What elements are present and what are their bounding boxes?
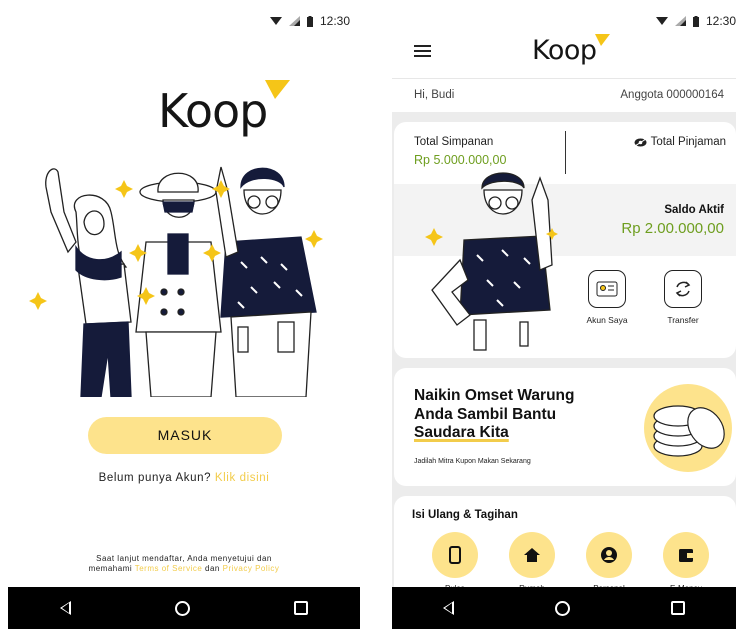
signal-icon	[674, 16, 686, 26]
home-screen: 12:30 Koop Hi, Budi Anggota 000000164 To…	[392, 0, 736, 629]
promo-line-3: Saudara Kita	[414, 424, 509, 441]
balance-card: Total Simpanan Rp 5.000.000,00 Total Pin…	[394, 122, 736, 358]
transfer-button[interactable]: Transfer	[648, 270, 718, 325]
personal-button[interactable]	[586, 532, 632, 578]
people-illustration	[29, 166, 323, 397]
terms-line-1: Saat lanjut mendaftar, Anda menyetujui d…	[96, 554, 272, 563]
back-icon[interactable]	[442, 601, 454, 615]
home-button-icon[interactable]	[175, 600, 190, 616]
android-nav-bar	[392, 587, 736, 629]
home-icon	[524, 548, 540, 562]
battery-icon	[306, 15, 313, 27]
akun-saya-button[interactable]: Akun Saya	[572, 270, 642, 325]
divider	[565, 131, 566, 174]
logo-accent-icon	[265, 80, 291, 99]
wallet-icon	[679, 548, 693, 562]
back-icon[interactable]	[60, 601, 71, 615]
promo-line-1: Naikin Omset Warung	[414, 387, 575, 404]
rumah-button[interactable]	[509, 532, 555, 578]
greeting-bar: Hi, Budi Anggota 000000164	[392, 78, 736, 112]
emoney-button[interactable]	[663, 532, 709, 578]
total-simpanan-value: Rp 5.000.000,00	[414, 153, 507, 167]
id-card-icon	[588, 270, 626, 308]
terms-notice: Saat lanjut mendaftar, Anda menyetujui d…	[8, 554, 360, 574]
signal-icon	[288, 16, 300, 26]
terms-pre: memahami	[88, 564, 133, 573]
promo-subtitle: Jadilah Mitra Kupon Makan Sekarang	[414, 458, 531, 465]
terms-and: dan	[205, 564, 220, 573]
clock: 12:30	[705, 14, 736, 28]
akun-saya-label: Akun Saya	[586, 315, 628, 325]
app-header: Koop	[392, 28, 736, 78]
koop-logo: Koop	[532, 34, 610, 66]
eye-icon	[634, 138, 647, 146]
logo-text: Koop	[158, 84, 268, 138]
coins-icon	[644, 384, 732, 472]
transfer-label: Transfer	[667, 315, 699, 325]
login-screen: 12:30 Koop MASUK Belum punya Akun? Klik …	[8, 0, 360, 629]
greeting-text: Hi, Budi	[414, 89, 455, 101]
wifi-icon	[655, 17, 668, 25]
clock: 12:30	[319, 14, 350, 28]
member-number: Anggota 000000164	[620, 89, 724, 101]
menu-icon[interactable]	[414, 45, 431, 57]
status-bar: 12:30	[269, 14, 350, 28]
signup-text: Belum punya Akun?	[98, 472, 212, 484]
promo-title: Naikin Omset Warung Anda Sambil Bantu Sa…	[414, 387, 614, 443]
total-pinjaman-label: Total Pinjaman	[650, 136, 726, 148]
koop-logo: Koop	[158, 80, 291, 138]
terms-of-service-link[interactable]: Terms of Service	[135, 564, 203, 573]
recents-icon[interactable]	[671, 601, 686, 615]
wifi-icon	[269, 17, 282, 25]
logo-accent-icon	[594, 34, 610, 46]
signup-link[interactable]: Klik disini	[215, 472, 270, 484]
android-nav-bar	[8, 587, 360, 629]
total-pinjaman-toggle[interactable]: Total Pinjaman	[634, 136, 726, 148]
man-illustration	[425, 172, 558, 351]
status-bar: 12:30	[655, 14, 736, 28]
transfer-icon	[664, 270, 702, 308]
signup-prompt: Belum punya Akun? Klik disini	[8, 472, 360, 484]
pulsa-button[interactable]	[432, 532, 478, 578]
total-simpanan-label: Total Simpanan	[414, 136, 494, 148]
promo-line-2: Anda Sambil Bantu	[414, 405, 557, 423]
logo-text: Koop	[532, 35, 597, 66]
saldo-label: Saldo Aktif	[664, 204, 724, 216]
battery-icon	[692, 15, 699, 27]
saldo-value: Rp 2.00.000,00	[621, 220, 724, 237]
phone-icon	[449, 546, 461, 564]
login-button[interactable]: MASUK	[88, 417, 282, 454]
privacy-policy-link[interactable]: Privacy Policy	[223, 564, 280, 573]
home-button-icon[interactable]	[554, 600, 570, 616]
promo-banner[interactable]: Naikin Omset Warung Anda Sambil Bantu Sa…	[394, 368, 736, 486]
person-icon	[601, 547, 617, 563]
bills-title: Isi Ulang & Tagihan	[412, 509, 518, 521]
recents-icon[interactable]	[294, 601, 308, 615]
